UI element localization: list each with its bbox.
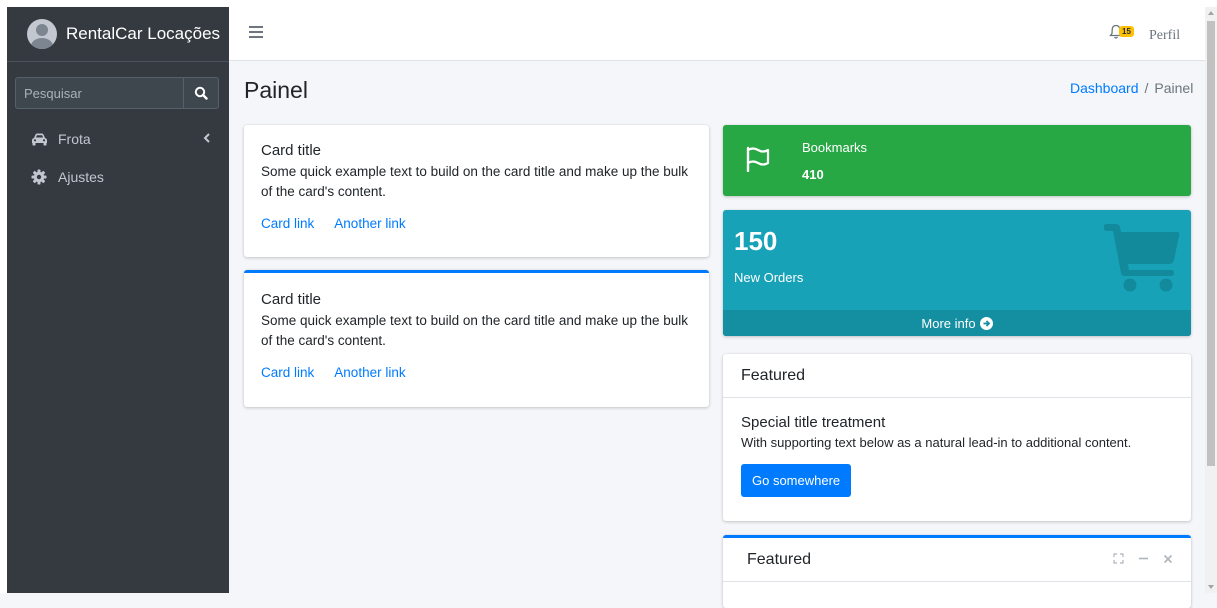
arrow-circle-right-icon xyxy=(979,316,993,330)
notifications-badge: 15 xyxy=(1119,26,1134,37)
scrollbar-thumb[interactable] xyxy=(1207,21,1215,466)
featured-card: Featured Special title treatment With su… xyxy=(723,354,1191,521)
sidebar-item-ajustes[interactable]: Ajustes xyxy=(15,158,219,196)
another-link[interactable]: Another link xyxy=(334,365,405,380)
example-card-1: Card title Some quick example text to bu… xyxy=(244,125,709,257)
card-link[interactable]: Card link xyxy=(261,365,314,380)
minus-icon[interactable] xyxy=(1138,553,1149,564)
breadcrumb-dashboard-link[interactable]: Dashboard xyxy=(1070,80,1139,96)
page-title: Painel xyxy=(244,77,308,103)
info-box-label: Bookmarks xyxy=(802,140,868,155)
breadcrumb-current: Painel xyxy=(1154,80,1194,96)
featured-card-header: Featured xyxy=(723,354,1191,398)
sidebar-item-label: Ajustes xyxy=(58,169,104,185)
sidebar-nav: Frota Ajustes xyxy=(15,120,219,196)
brand-avatar xyxy=(27,19,57,49)
window-top-edge xyxy=(0,0,1217,7)
chevron-left-icon xyxy=(203,133,210,143)
card-title: Card title xyxy=(261,142,322,159)
card-text: Some quick example text to build on the … xyxy=(261,313,688,348)
breadcrumb: Dashboard / Painel xyxy=(1070,80,1193,96)
top-navbar: 15 Perfil xyxy=(229,7,1205,61)
go-somewhere-button[interactable]: Go somewhere xyxy=(741,464,852,497)
featured-card-2-title: Featured xyxy=(747,550,812,568)
search-input[interactable] xyxy=(15,77,183,109)
car-icon xyxy=(31,133,51,146)
search-button[interactable] xyxy=(183,77,219,109)
small-box-label: New Orders xyxy=(734,270,804,285)
card-text: Some quick example text to build on the … xyxy=(261,164,688,199)
page-scrollbar[interactable] xyxy=(1205,7,1217,593)
info-box-value: 410 xyxy=(802,167,824,182)
card-tools xyxy=(1113,553,1173,564)
scroll-up-arrow-icon[interactable] xyxy=(1208,11,1214,15)
search-icon xyxy=(194,86,208,100)
menu-toggle-icon[interactable] xyxy=(249,26,263,38)
another-link[interactable]: Another link xyxy=(334,216,405,231)
brand-name: RentalCar Locações xyxy=(66,24,221,43)
window-left-edge xyxy=(0,7,7,593)
example-card-2: Card title Some quick example text to bu… xyxy=(244,270,709,407)
sidebar-search xyxy=(15,77,219,109)
more-info-link[interactable]: More info xyxy=(723,310,1191,336)
expand-icon[interactable] xyxy=(1113,553,1124,564)
profile-link[interactable]: Perfil xyxy=(1149,28,1180,44)
close-icon[interactable] xyxy=(1163,554,1173,564)
shopping-cart-icon xyxy=(1104,224,1180,292)
brand-link[interactable]: RentalCar Locações xyxy=(7,7,229,62)
main-sidebar: RentalCar Locações Frota xyxy=(7,7,229,593)
more-info-label: More info xyxy=(921,315,976,331)
new-orders-small-box: 150 New Orders More info xyxy=(723,210,1191,336)
gear-icon xyxy=(31,169,51,185)
featured-card-text: With supporting text below as a natural … xyxy=(741,435,1132,450)
card-link[interactable]: Card link xyxy=(261,216,314,231)
card-title: Card title xyxy=(261,291,322,308)
breadcrumb-separator: / xyxy=(1144,80,1149,96)
sidebar-item-label: Frota xyxy=(58,131,91,147)
small-box-value: 150 xyxy=(734,226,778,256)
bookmarks-info-box: Bookmarks 410 xyxy=(723,125,1191,196)
featured-card-title: Special title treatment xyxy=(741,414,886,431)
flag-icon xyxy=(746,146,770,172)
scroll-down-arrow-icon[interactable] xyxy=(1208,585,1214,589)
featured-card-2: Featured xyxy=(723,535,1191,608)
sidebar-item-frota[interactable]: Frota xyxy=(15,120,219,158)
